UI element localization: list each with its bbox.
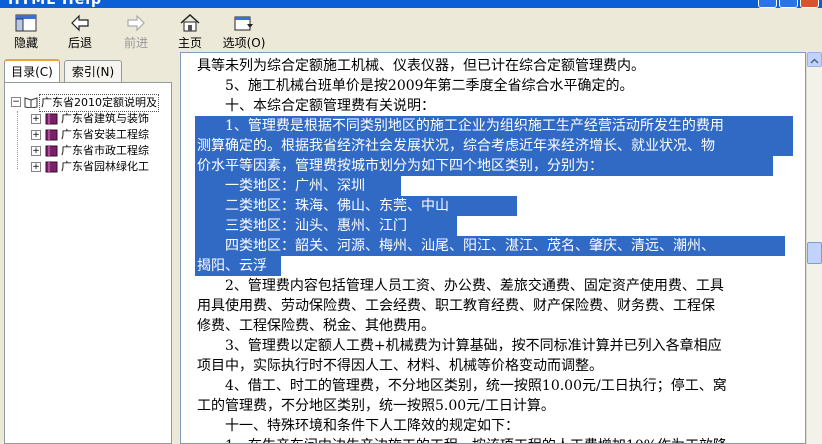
back-arrow-icon	[71, 14, 89, 32]
navigation-pane: 目录(C) 索引(N) − 广东省2010定额说明及 + 广东省建筑与装饰 +	[0, 52, 176, 444]
topic-content[interactable]: 具等未列为综合定额施工机械、仪表仪器，但已计在综合定额管理费内。 5、施工机械台…	[180, 52, 806, 444]
content-line: 二类地区：珠海、佛山、东莞、中山	[197, 198, 449, 214]
tree-label: 广东省建筑与装饰	[61, 112, 149, 125]
book-icon	[45, 113, 58, 125]
content-line: 5、施工机械台班单价是按2009年第二季度全省综合水平确定的。	[197, 78, 634, 94]
options-icon	[234, 16, 253, 31]
book-icon	[45, 145, 58, 157]
options-label: 选项(O)	[222, 36, 266, 50]
book-icon	[45, 161, 58, 173]
back-label: 后退	[67, 36, 92, 50]
content-line: 十一、特殊环境和条件下人工降效的规定如下：	[197, 418, 519, 434]
vertical-scrollbar[interactable]	[806, 52, 822, 444]
content-line: 用具使用费、劳动保险费、工会经费、职工教育经费、财产保险费、财务费、工程保	[197, 298, 715, 314]
collapse-icon[interactable]: −	[11, 97, 21, 107]
hide-label: 隐藏	[13, 36, 38, 50]
chevron-up-icon	[810, 58, 819, 64]
content-line: 四类地区：韶关、河源、梅州、汕尾、阳江、湛江、茂名、肇庆、清远、潮州、	[197, 238, 715, 254]
back-button[interactable]: 后退	[54, 10, 106, 50]
tree-label: 广东省市政工程综	[61, 144, 149, 157]
content-line: 一类地区：广州、深圳	[197, 178, 365, 194]
nav-tabs: 目录(C) 索引(N)	[4, 59, 176, 83]
content-line: 十、本综合定额管理费有关说明：	[197, 98, 435, 114]
options-button[interactable]: 选项(O)	[218, 10, 270, 50]
content-line: 三类地区：汕头、惠州、江门	[197, 218, 407, 234]
tab-index[interactable]: 索引(N)	[64, 60, 122, 82]
minimize-button[interactable]	[758, 0, 777, 8]
expand-icon[interactable]: +	[31, 114, 41, 124]
forward-button[interactable]: 前进	[110, 10, 162, 50]
home-label: 主页	[177, 36, 202, 50]
content-line: 4、借工、时工的管理费，不分地区类别，统一按照10.00元/工日执行；停工、窝	[197, 378, 727, 394]
contents-tree: − 广东省2010定额说明及 + 广东省建筑与装饰 + 广东省安装工程综 + 广…	[4, 82, 172, 444]
expand-icon[interactable]: +	[31, 130, 41, 140]
forward-arrow-icon	[127, 14, 145, 32]
tree-label: 广东省安装工程综	[61, 128, 149, 141]
hide-pane-icon	[15, 14, 37, 32]
home-button[interactable]: 主页	[164, 10, 216, 50]
content-line: 修费、工程保险费、税金、其他费用。	[197, 318, 435, 334]
open-book-icon	[24, 97, 38, 108]
tree-guide-line	[17, 111, 18, 169]
content-line: 揭阳、云浮	[197, 258, 267, 274]
content-line: 3、管理费以定额人工费+机械费为计算基础，按不同标准计算并已列入各章相应	[197, 338, 722, 354]
content-line: 项目中，实际执行时不得因人工、材料、机械等价格变动而调整。	[197, 358, 603, 374]
expand-icon[interactable]: +	[31, 146, 41, 156]
content-line: 1、在生产车间内边生产边施工的工程，按该项工程的人工费增加10%作为工效降	[197, 436, 727, 443]
title-bar[interactable]: HTML Help	[0, 0, 822, 8]
expand-icon[interactable]: +	[31, 162, 41, 172]
scroll-thumb[interactable]	[807, 242, 822, 264]
book-icon	[45, 129, 58, 141]
hide-button[interactable]: 隐藏	[0, 10, 52, 50]
content-line: 2、管理费内容包括管理人员工资、办公费、差旅交通费、固定资产使用费、工具	[197, 278, 724, 294]
home-icon	[180, 14, 200, 32]
maximize-button[interactable]	[779, 0, 798, 8]
tree-label: 广东省2010定额说明及	[39, 94, 159, 112]
content-line: 1、管理费是根据不同类别地区的施工企业为组织施工生产经营活动所发生的费用	[197, 118, 724, 134]
content-line: 具等未列为综合定额施工机械、仪表仪器，但已计在综合定额管理费内。	[197, 58, 645, 74]
content-line: 工的管理费，不分地区类别，统一按照5.00元/工日计算。	[197, 398, 555, 414]
content-line: 测算确定的。根据我省经济社会发展状况，综合考虑近年来经济增长、就业状况、物	[197, 138, 715, 154]
tree-label: 广东省园林绿化工	[61, 160, 149, 173]
toolbar: 隐藏 后退 前进 主页 选项(O)	[0, 8, 822, 53]
window-title: HTML Help	[8, 0, 103, 8]
content-line: 价水平等因素，管理费按城市划分为如下四个地区类别，分别为：	[197, 158, 603, 174]
forward-label: 前进	[123, 36, 148, 50]
close-button[interactable]	[800, 0, 819, 8]
tab-contents[interactable]: 目录(C)	[4, 59, 60, 83]
scroll-up-button[interactable]	[807, 52, 822, 67]
